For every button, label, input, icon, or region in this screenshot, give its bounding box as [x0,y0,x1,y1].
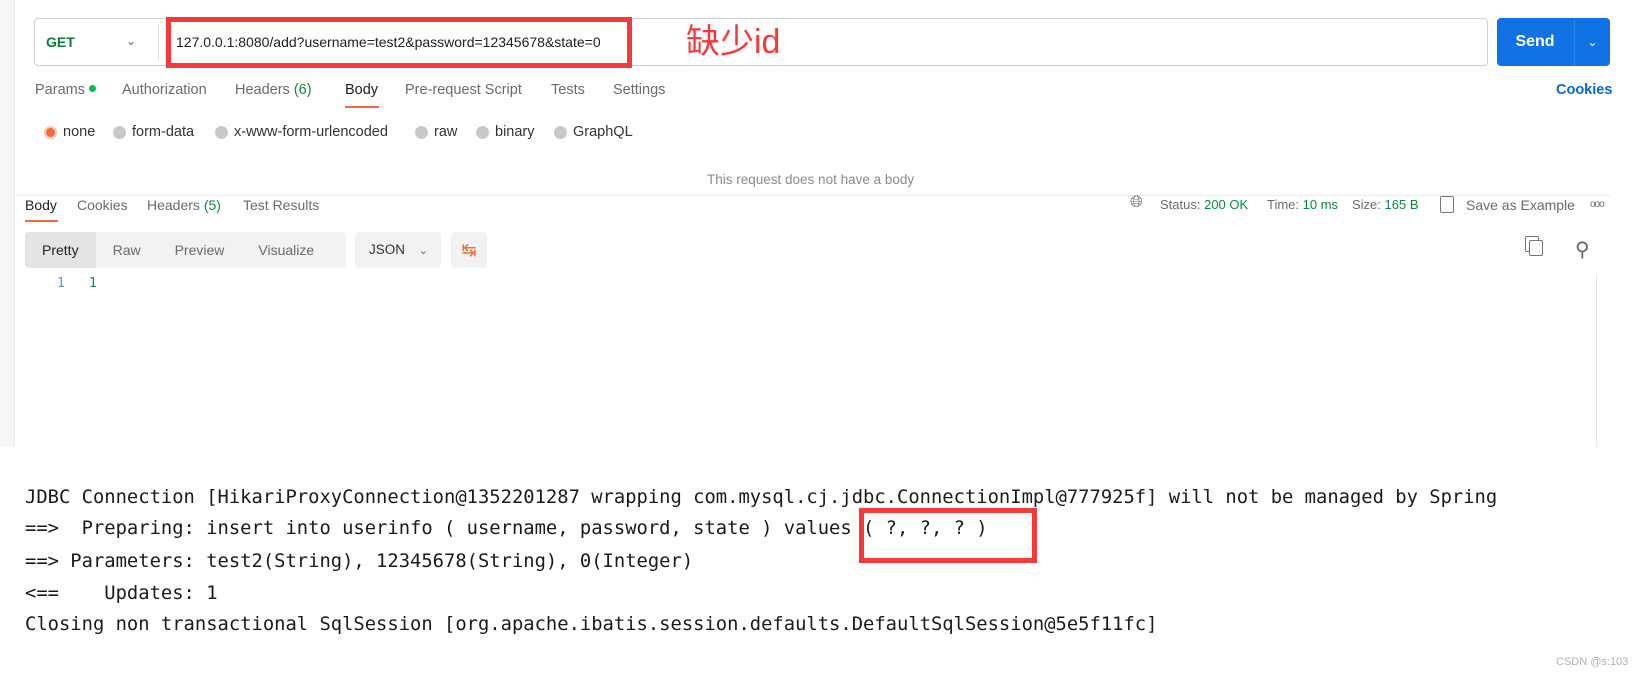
view-preview[interactable]: Preview [158,232,242,268]
chevron-down-icon: ⌄ [418,245,428,257]
response-tab-cookies[interactable]: Cookies [77,197,128,213]
response-tab-test-results[interactable]: Test Results [243,197,319,213]
radio-icon [113,125,126,139]
radio-label: none [63,124,96,140]
chevron-down-icon[interactable]: ⌄ [1574,18,1610,66]
search-icon[interactable]: ⚲ [1575,237,1590,262]
console-line: JDBC Connection [HikariProxyConnection@1… [25,486,1498,508]
sidebar-edge [0,0,15,447]
divider [158,24,159,60]
watermark: CSDN @s:103 [1556,656,1629,668]
radio-graphql[interactable]: GraphQL [554,124,633,140]
radio-label: form-data [132,124,195,140]
headers-count: (6) [293,82,312,98]
response-tab-headers[interactable]: Headers (5) [147,197,221,213]
line-number: 1 [57,276,65,291]
status-label: Status: [1160,197,1201,212]
response-tab-body[interactable]: Body [25,197,57,213]
response-body-line: 1 [89,276,97,291]
copy-icon[interactable] [1529,240,1543,256]
radio-binary[interactable]: binary [476,124,535,140]
annotation-note: 缺少id [686,23,781,61]
globe-icon[interactable]: 🌐︎ [1130,194,1143,212]
size-value: 165 B [1384,197,1419,212]
tab-pre-request-script[interactable]: Pre-request Script [405,82,522,98]
active-tab-indicator [25,220,58,222]
view-raw[interactable]: Raw [96,232,158,268]
view-visualize[interactable]: Visualize [241,232,331,268]
format-value: JSON [369,242,406,257]
radio-raw[interactable]: raw [415,124,457,140]
wrap-lines-icon[interactable]: ↹ [451,232,487,268]
tab-authorization[interactable]: Authorization [122,82,207,98]
size-label: Size: [1352,197,1381,212]
radio-selected-icon [44,125,57,139]
time-value: 10 ms [1302,197,1339,212]
tab-body[interactable]: Body [345,82,378,98]
status-readout: Status: 200 OK [1160,197,1248,212]
radio-none[interactable]: none [44,124,95,140]
status-value: 200 OK [1204,197,1249,212]
scrollbar[interactable] [1596,274,1597,447]
chevron-down-icon[interactable]: ⌄ [126,18,136,66]
radio-label: x-www-form-urlencoded [234,124,388,140]
highlight-box-values [859,508,1037,563]
radio-form-data[interactable]: form-data [113,124,194,140]
tab-headers[interactable]: Headers (6) [235,82,312,98]
active-dot-icon [88,85,96,92]
size-readout: Size: 165 B [1352,197,1419,212]
radio-label: GraphQL [573,124,633,140]
tab-label: Headers [235,82,290,98]
view-mode-segmented: Pretty Raw Preview Visualize [25,232,346,268]
format-select[interactable]: JSON ⌄ [355,232,441,268]
more-options-icon[interactable]: ooo [1590,199,1605,210]
pane-divider[interactable] [16,195,1610,196]
time-label: Time: [1267,197,1300,212]
save-icon[interactable] [1440,196,1454,213]
tab-label: Headers [147,197,200,213]
send-label: Send [1515,33,1555,50]
tab-settings[interactable]: Settings [613,82,665,98]
highlight-box-url [166,17,632,68]
active-tab-indicator [345,106,379,108]
tab-label: Params [35,82,85,98]
console-line: ==> Preparing: insert into userinfo ( us… [25,517,988,539]
console-line: ==> Parameters: test2(String), 12345678(… [25,550,694,572]
radio-icon [476,125,489,139]
console-line: Closing non transactional SqlSession [or… [25,613,1158,635]
no-body-message: This request does not have a body [707,172,915,187]
radio-icon [415,125,428,139]
save-as-example-button[interactable]: Save as Example [1466,197,1575,213]
time-readout: Time: 10 ms [1267,197,1338,212]
radio-x-www-form-urlencoded[interactable]: x-www-form-urlencoded [215,124,388,140]
radio-icon [554,125,567,139]
method-select[interactable]: GET [46,18,75,66]
radio-label: raw [434,124,458,140]
view-pretty[interactable]: Pretty [25,232,96,268]
radio-icon [215,125,228,139]
send-button[interactable]: Send ⌄ [1497,18,1610,66]
tab-params[interactable]: Params [35,82,96,98]
headers-count: (5) [203,197,221,213]
radio-label: binary [495,124,535,140]
cookies-link[interactable]: Cookies [1556,82,1612,98]
console-line: <== Updates: 1 [25,582,218,604]
tab-tests[interactable]: Tests [551,82,585,98]
